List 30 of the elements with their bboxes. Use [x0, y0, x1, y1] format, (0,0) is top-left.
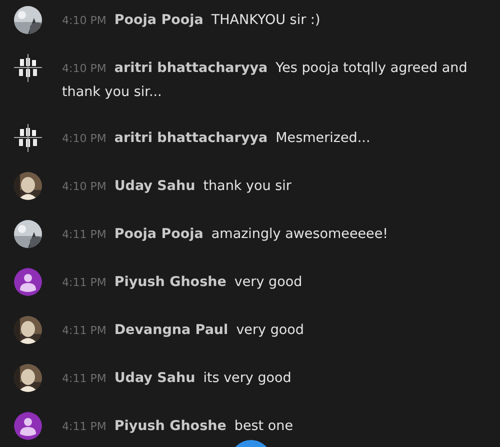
message-time: 4:10 PM: [62, 63, 106, 74]
sender-name: Pooja Pooja: [114, 225, 204, 244]
message-text: amazingly awesomeeeee!: [211, 225, 388, 244]
sender-name: Devangna Paul: [114, 321, 228, 340]
sender-name: Piyush Ghoshe: [114, 273, 226, 292]
message-text: thank you sir...: [62, 83, 162, 102]
message-text: Mesmerized...: [276, 129, 370, 148]
sender-name: aritri bhattacharyya: [114, 59, 268, 78]
message-text: very good: [234, 273, 302, 292]
message-text: thank you sir: [203, 177, 292, 196]
message-time: 4:11 PM: [62, 277, 106, 288]
message-text: Yes pooja totqlly agreed and: [276, 59, 468, 78]
message-text: THANKYOU sir :): [211, 11, 320, 30]
message-time: 4:10 PM: [62, 181, 106, 192]
message-text: very good: [236, 321, 304, 340]
person-avatar-icon: [14, 412, 42, 440]
message-time: 4:11 PM: [62, 373, 106, 384]
message-time: 4:11 PM: [62, 325, 106, 336]
message-text: its very good: [203, 369, 292, 388]
message-time: 4:11 PM: [62, 229, 106, 240]
message-time: 4:10 PM: [62, 15, 106, 26]
sender-name: aritri bhattacharyya: [114, 129, 268, 148]
sender-name: Piyush Ghoshe: [114, 417, 226, 436]
sender-name: Uday Sahu: [114, 177, 196, 196]
sender-name: Uday Sahu: [114, 369, 196, 388]
person-avatar-icon: [14, 268, 42, 296]
sender-name: Pooja Pooja: [114, 11, 204, 30]
message-time: 4:10 PM: [62, 133, 106, 144]
message-text: best one: [234, 417, 294, 436]
message-time: 4:11 PM: [62, 421, 106, 432]
